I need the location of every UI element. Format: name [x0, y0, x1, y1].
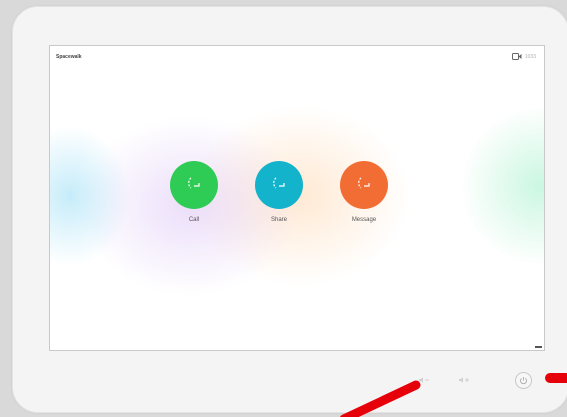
share-circle[interactable] [255, 161, 303, 209]
power-button[interactable] [515, 372, 532, 389]
call-button[interactable]: Call [164, 161, 224, 223]
volume-down-button[interactable] [412, 372, 436, 388]
call-circle[interactable] [170, 161, 218, 209]
hardware-buttons [412, 372, 476, 388]
home-indicator [535, 346, 542, 348]
volume-up-icon [458, 371, 470, 389]
room-name: Spacewalk [56, 54, 82, 60]
volume-up-button[interactable] [452, 372, 476, 388]
message-circle[interactable] [340, 161, 388, 209]
call-icon [186, 175, 202, 196]
status-text: 1033 [524, 53, 536, 60]
share-icon [271, 175, 287, 196]
message-icon [356, 175, 372, 196]
share-label: Share [270, 217, 287, 223]
touch-screen: Spacewalk 1033 Call Share Message [49, 45, 545, 351]
action-buttons: Call Share Message [50, 161, 544, 241]
volume-down-icon [418, 371, 430, 389]
camera-icon [511, 53, 522, 60]
message-button[interactable]: Message [334, 161, 394, 223]
call-label: Call [188, 217, 200, 223]
status-area: 1033 [511, 53, 536, 60]
share-button[interactable]: Share [249, 161, 309, 223]
power-icon [519, 372, 528, 390]
message-label: Message [351, 217, 377, 223]
